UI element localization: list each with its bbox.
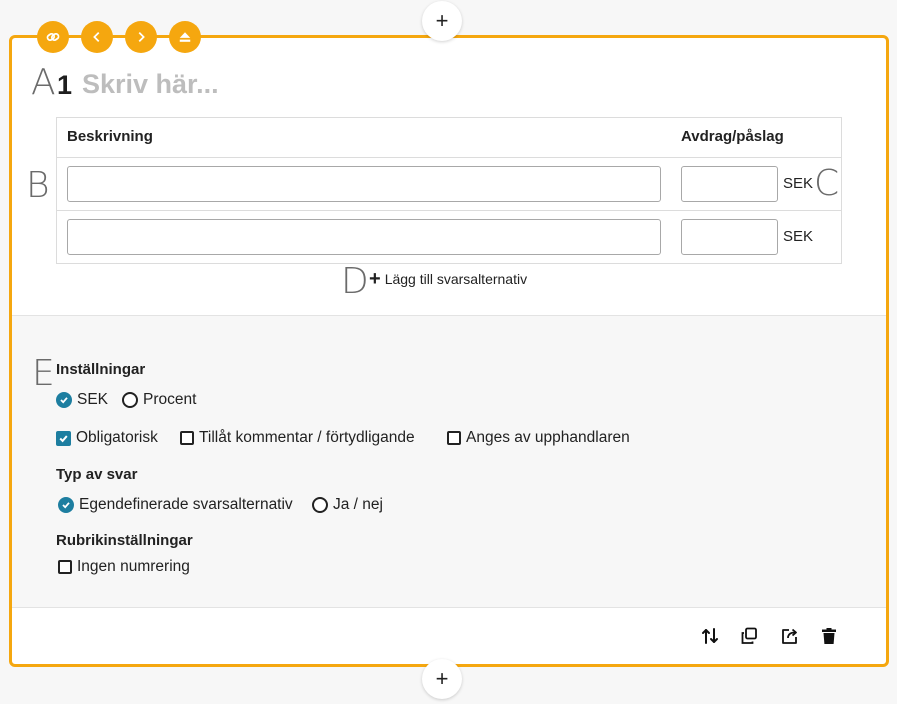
unit-option-procent[interactable]: Procent xyxy=(122,391,196,409)
delete-button[interactable] xyxy=(818,625,840,647)
flag-label: Obligatorisk xyxy=(76,429,158,446)
plus-icon: + xyxy=(435,666,449,691)
add-block-below-button[interactable]: + xyxy=(422,659,462,699)
heading-option-label: Ingen numrering xyxy=(77,558,190,575)
plus-icon: + xyxy=(369,268,381,290)
unit-option-label: Procent xyxy=(143,391,197,408)
duplicate-button[interactable] xyxy=(738,625,760,647)
heading-option-no-numbering[interactable]: Ingen numrering xyxy=(58,558,190,576)
option-unit-label-1: SEK xyxy=(783,175,814,192)
divider xyxy=(57,157,841,158)
chevron-right-icon xyxy=(138,32,145,42)
add-block-above-button[interactable]: + xyxy=(422,1,462,41)
option-amount-input-2[interactable] xyxy=(681,219,778,255)
marker-b: B xyxy=(26,165,50,206)
heading-settings-heading: Rubrikinställningar xyxy=(56,532,193,549)
checkbox-unchecked-icon xyxy=(58,560,72,574)
unit-option-sek[interactable]: SEK xyxy=(56,391,108,409)
answer-type-label: Egendefinerade svarsalternativ xyxy=(79,496,293,513)
option-amount-input-1[interactable] xyxy=(681,166,778,202)
marker-d: D xyxy=(341,261,369,302)
add-answer-option-button[interactable]: + Lägg till svarsalternativ xyxy=(369,269,527,289)
question-number: 1 xyxy=(57,70,73,100)
add-answer-option-label: Lägg till svarsalternativ xyxy=(384,271,528,287)
plus-icon: + xyxy=(435,8,449,33)
radio-selected-icon xyxy=(58,497,74,513)
sort-arrows-icon xyxy=(702,628,718,644)
divider xyxy=(57,210,841,211)
flag-allow-comment[interactable]: Tillåt kommentar / förtydligande xyxy=(180,429,415,447)
answer-options-table: Beskrivning Avdrag/påslag SEK SEK xyxy=(56,117,842,264)
question-card: A 1 B Beskrivning Avdrag/påslag SEK SEK … xyxy=(9,21,889,667)
share-button[interactable] xyxy=(779,625,801,647)
checkbox-unchecked-icon xyxy=(180,431,194,445)
move-next-button[interactable] xyxy=(125,21,157,53)
eject-button[interactable] xyxy=(169,21,201,53)
checkbox-unchecked-icon xyxy=(447,431,461,445)
option-unit-label-2: SEK xyxy=(783,228,814,245)
option-description-input-2[interactable] xyxy=(67,219,661,255)
marker-a: A xyxy=(31,62,56,103)
flag-obligatorisk[interactable]: Obligatorisk xyxy=(56,429,158,447)
checkbox-checked-icon xyxy=(56,430,71,446)
radio-unselected-icon xyxy=(312,497,328,513)
share-icon xyxy=(782,628,797,644)
eject-icon xyxy=(179,32,191,42)
link-button[interactable] xyxy=(37,21,69,53)
trash-icon xyxy=(822,628,836,644)
move-previous-button[interactable] xyxy=(81,21,113,53)
reorder-button[interactable] xyxy=(699,625,721,647)
copy-icon xyxy=(741,627,757,644)
answer-type-label: Ja / nej xyxy=(333,496,383,513)
flag-set-by-buyer[interactable]: Anges av upphandlaren xyxy=(447,429,630,447)
question-title-input[interactable] xyxy=(80,66,580,102)
settings-heading: Inställningar xyxy=(56,361,146,378)
column-header-description: Beskrivning xyxy=(67,128,153,145)
answer-type-custom[interactable]: Egendefinerade svarsalternativ xyxy=(58,496,293,514)
marker-e: E xyxy=(32,353,55,394)
chevron-left-icon xyxy=(93,32,100,42)
link-icon xyxy=(46,32,60,42)
radio-unselected-icon xyxy=(122,392,138,408)
radio-selected-icon xyxy=(56,392,72,408)
flag-label: Tillåt kommentar / förtydligande xyxy=(199,429,415,446)
option-description-input-1[interactable] xyxy=(67,166,661,202)
answer-type-yes-no[interactable]: Ja / nej xyxy=(312,496,383,514)
marker-c: C xyxy=(814,163,840,204)
column-header-amount: Avdrag/påslag xyxy=(681,128,784,145)
settings-panel: E Inställningar SEK Procent Obligatorisk… xyxy=(12,315,886,608)
unit-option-label: SEK xyxy=(77,391,109,408)
flag-label: Anges av upphandlaren xyxy=(466,429,630,446)
answer-type-heading: Typ av svar xyxy=(56,466,138,483)
